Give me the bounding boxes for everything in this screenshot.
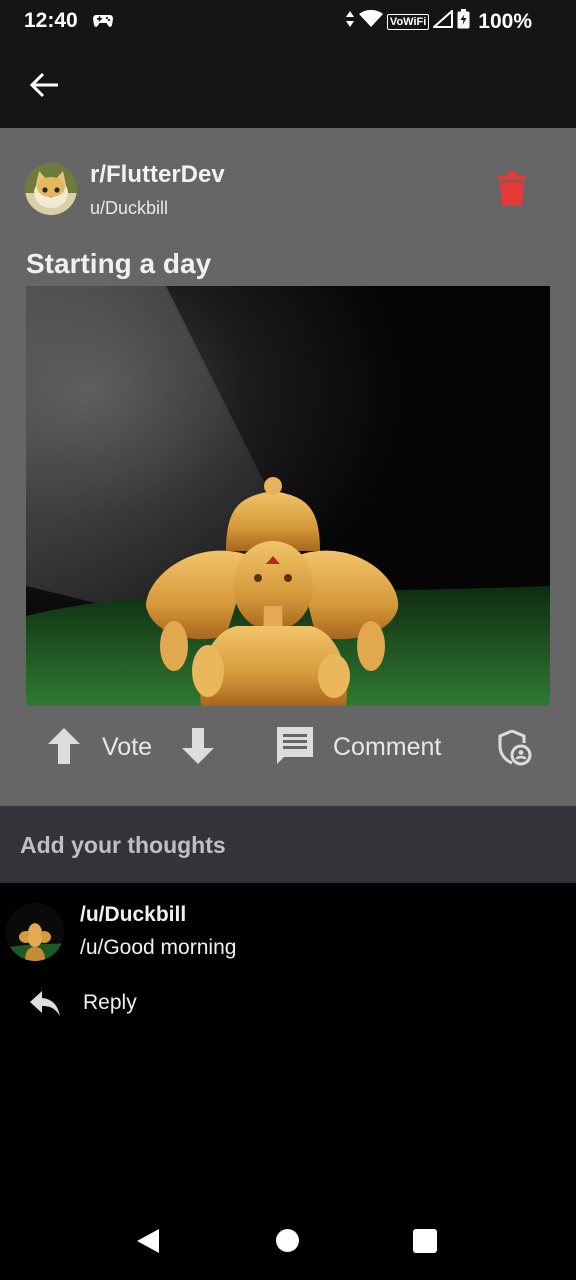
triangle-back-icon: [137, 1229, 159, 1253]
arrow-left-icon: [29, 72, 58, 98]
community-avatar[interactable]: [25, 163, 77, 215]
downvote-button[interactable]: [180, 726, 216, 766]
arrow-down-icon: [182, 728, 214, 764]
trash-icon: [498, 172, 526, 206]
battery-icon: [457, 9, 470, 34]
comment-author[interactable]: /u/Duckbill: [80, 903, 186, 927]
shield-icon: [498, 729, 532, 766]
add-comment-input[interactable]: [0, 806, 576, 885]
nav-home-button[interactable]: [276, 1229, 299, 1252]
arrow-up-icon: [48, 728, 80, 764]
post-author[interactable]: u/Duckbill: [90, 198, 168, 219]
reply-button[interactable]: Reply: [28, 989, 158, 1023]
add-comment-bar: [0, 806, 576, 885]
moderation-button[interactable]: [496, 728, 532, 766]
post-card: r/FlutterDev u/Duckbill Starting a day V…: [0, 128, 576, 806]
system-nav-bar: [0, 1196, 576, 1280]
comment-avatar[interactable]: [6, 903, 64, 961]
gamepad-icon: [92, 12, 114, 33]
comment-item: /u/Duckbill /u/Good morning Reply: [0, 883, 576, 1063]
wifi-icon: [358, 9, 383, 33]
status-icons: VoWiFi 100%: [345, 8, 532, 34]
comment-icon: [277, 727, 313, 764]
delete-post-button[interactable]: [498, 172, 526, 206]
nav-recents-button[interactable]: [413, 1229, 437, 1253]
status-bar: 12:40 VoWiFi 100%: [0, 0, 576, 44]
upvote-button[interactable]: [46, 726, 82, 766]
comment-label[interactable]: Comment: [333, 733, 441, 762]
nav-back-button[interactable]: [136, 1228, 160, 1259]
post-image[interactable]: [26, 286, 550, 706]
post-title: Starting a day: [26, 248, 212, 279]
app-bar: [0, 44, 576, 128]
data-arrows-icon: [345, 10, 355, 33]
post-action-row: Vote Comment: [0, 718, 576, 778]
status-time: 12:40: [24, 9, 78, 32]
vowifi-badge: VoWiFi: [386, 13, 430, 30]
vote-label: Vote: [102, 733, 153, 761]
reply-label: Reply: [83, 991, 137, 1014]
battery-percent: 100%: [478, 9, 532, 33]
reply-icon: [30, 991, 60, 1016]
community-name[interactable]: r/FlutterDev: [90, 161, 225, 189]
signal-icon: [431, 8, 454, 33]
comment-text: /u/Good morning: [80, 936, 237, 959]
comment-button[interactable]: [274, 724, 316, 766]
back-button[interactable]: [28, 68, 62, 102]
